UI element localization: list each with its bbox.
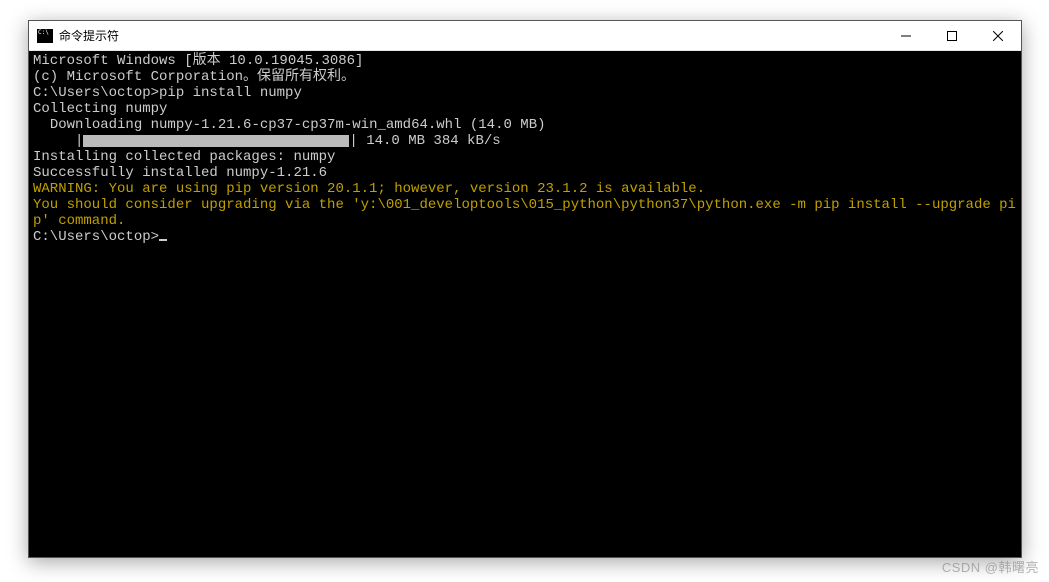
progress-text: | 14.0 MB 384 kB/s xyxy=(349,133,500,149)
terminal-line: Microsoft Windows [版本 10.0.19045.3086] xyxy=(33,53,1017,69)
close-button[interactable] xyxy=(975,21,1021,50)
terminal-line: You should consider upgrading via the 'y… xyxy=(33,197,1017,229)
window-title: 命令提示符 xyxy=(59,27,883,44)
titlebar[interactable]: 命令提示符 xyxy=(29,21,1021,51)
terminal-line: (c) Microsoft Corporation。保留所有权利。 xyxy=(33,69,1017,85)
watermark-text: CSDN @韩曙亮 xyxy=(942,557,1039,576)
terminal-line: Collecting numpy xyxy=(33,101,1017,117)
terminal-prompt-line: C:\Users\octop> xyxy=(33,229,1017,245)
command-prompt-window: 命令提示符 Microsoft Windows [版本 10.0.19045.3… xyxy=(28,20,1022,558)
terminal-line: C:\Users\octop>pip install numpy xyxy=(33,85,1017,101)
progress-indent: | xyxy=(33,133,83,149)
cmd-icon xyxy=(37,29,53,43)
prompt-text: C:\Users\octop> xyxy=(33,229,159,245)
cursor-icon xyxy=(159,239,167,241)
window-controls xyxy=(883,21,1021,50)
progress-bar xyxy=(83,135,349,147)
minimize-button[interactable] xyxy=(883,21,929,50)
terminal-line: Downloading numpy-1.21.6-cp37-cp37m-win_… xyxy=(33,117,1017,133)
terminal-line: WARNING: You are using pip version 20.1.… xyxy=(33,181,1017,197)
terminal-line: Successfully installed numpy-1.21.6 xyxy=(33,165,1017,181)
terminal-output[interactable]: Microsoft Windows [版本 10.0.19045.3086](c… xyxy=(29,51,1021,557)
progress-bar-fill xyxy=(84,136,348,146)
maximize-button[interactable] xyxy=(929,21,975,50)
terminal-line: Installing collected packages: numpy xyxy=(33,149,1017,165)
download-progress-row: | | 14.0 MB 384 kB/s xyxy=(33,133,1017,149)
